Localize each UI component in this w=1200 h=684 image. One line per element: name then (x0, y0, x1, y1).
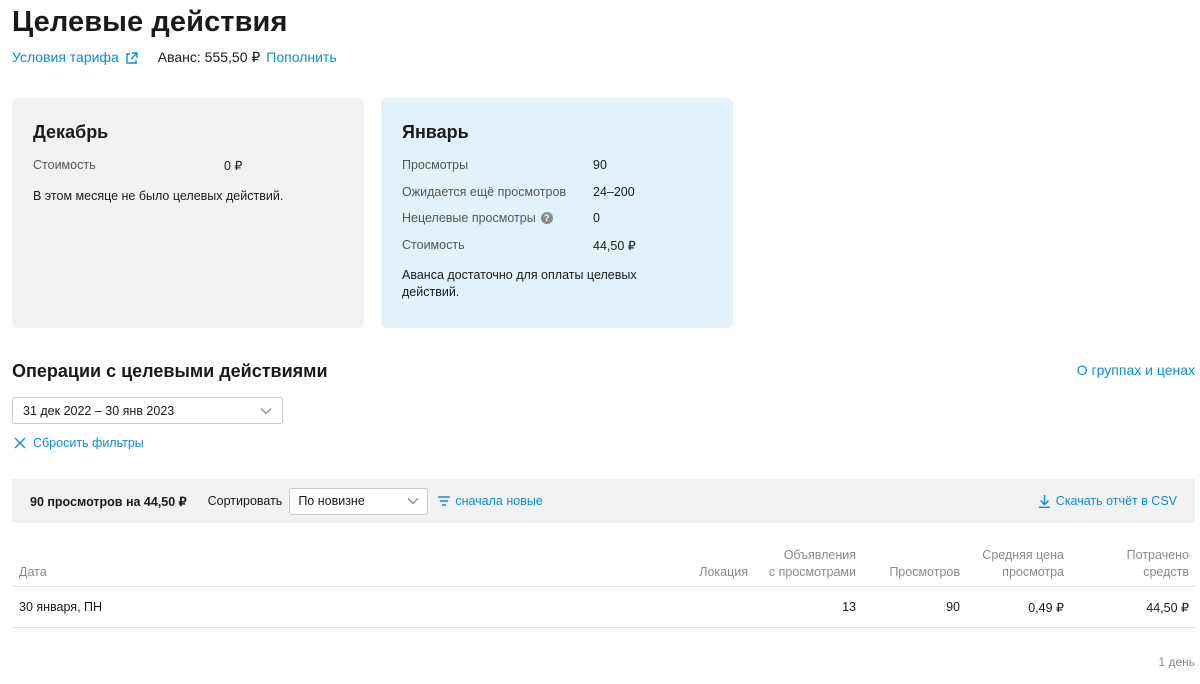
row-label: Ожидается ещё просмотров (402, 184, 567, 199)
col-location: Локация (699, 565, 748, 579)
close-icon (14, 437, 26, 449)
groups-prices-link[interactable]: О группах и ценах (1077, 362, 1195, 378)
date-range-select[interactable]: 31 дек 2022 – 30 янв 2023 (12, 397, 283, 424)
col-views: Просмотров (889, 565, 960, 579)
tariff-link[interactable]: Условия тарифа (12, 49, 119, 65)
row-value: 24–200 (593, 184, 635, 199)
row-label-with-help: Нецелевые просмотры ? (402, 211, 593, 225)
table-row[interactable]: 30 января, ПН 13 90 0,49 ₽ 44,50 ₽ (12, 587, 1195, 628)
card-row: Стоимость 0 ₽ (33, 158, 343, 185)
card-row: Просмотры 90 (402, 158, 712, 185)
cell-views: 90 (946, 600, 960, 614)
row-value: 0 ₽ (224, 159, 243, 173)
row-value: 90 (593, 158, 607, 172)
card-december-note: В этом месяце не было целевых действий. (33, 188, 284, 203)
sort-order-label: сначала новые (455, 494, 543, 508)
download-csv-button[interactable]: Скачать отчёт в CSV (1038, 479, 1177, 523)
cell-spent: 44,50 ₽ (1146, 601, 1189, 615)
table-header: Дата Локация Объявления с просмотрами Пр… (12, 545, 1195, 587)
sort-order-toggle[interactable]: сначала новые (438, 494, 543, 508)
sort-value: По новизне (298, 494, 365, 508)
col-avg-line2: просмотра (1002, 565, 1064, 579)
col-spent: Потрачено средств (1127, 547, 1189, 581)
col-ads: Объявления с просмотрами (769, 547, 856, 581)
row-label: Стоимость (402, 237, 465, 252)
card-january-title: Январь (402, 122, 469, 142)
card-row: Стоимость 44,50 ₽ (402, 238, 712, 265)
cell-date: 30 января, ПН (19, 600, 103, 614)
advance-balance: Аванс: 555,50 ₽ (157, 48, 261, 65)
download-csv-label: Скачать отчёт в CSV (1055, 494, 1177, 508)
col-ads-line1: Объявления (783, 548, 856, 562)
col-spent-line1: Потрачено (1126, 548, 1189, 562)
reset-filters-button[interactable]: Сбросить фильтры (14, 436, 144, 450)
card-december-title: Декабрь (33, 122, 109, 142)
operations-summary: 90 просмотров на 44,50 ₽ (30, 494, 187, 509)
operations-table: Дата Локация Объявления с просмотрами Пр… (12, 545, 1195, 628)
col-ads-line2: с просмотрами (768, 565, 856, 579)
card-december: Декабрь Стоимость 0 ₽ В этом месяце не б… (12, 98, 364, 328)
card-row: Нецелевые просмотры ? 0 (402, 211, 712, 238)
external-link-icon[interactable] (125, 51, 138, 65)
help-icon[interactable]: ? (540, 212, 553, 224)
sort-select[interactable]: По новизне (289, 487, 429, 515)
cell-ads: 13 (842, 600, 856, 614)
card-january: Январь Просмотры 90 Ожидается ещё просмо… (381, 98, 733, 328)
download-icon (1038, 494, 1050, 508)
chevron-down-icon (260, 407, 272, 414)
col-avg-line1: Средняя цена (982, 548, 1064, 562)
card-row: Ожидается ещё просмотров 24–200 (402, 185, 712, 212)
col-spent-line2: средств (1143, 565, 1189, 579)
cell-avg-price: 0,49 ₽ (1028, 601, 1064, 615)
reset-filters-label: Сбросить фильтры (33, 436, 144, 450)
page-title: Целевые действия (12, 6, 288, 38)
sort-order-icon (438, 496, 451, 506)
row-value: 0 (593, 211, 600, 225)
topup-link[interactable]: Пополнить (266, 49, 336, 65)
days-count: 1 день (1158, 655, 1195, 669)
date-range-value: 31 дек 2022 – 30 янв 2023 (23, 403, 175, 418)
row-label: Стоимость (33, 158, 96, 172)
row-label-text: Нецелевые просмотры (402, 211, 536, 225)
tariff-line: Условия тарифа Аванс: 555,50 ₽ Пополнить (12, 48, 337, 66)
row-value: 44,50 ₽ (593, 238, 636, 253)
operations-title: Операции с целевыми действиями (12, 361, 328, 381)
col-date: Дата (19, 565, 47, 579)
row-label: Просмотры (402, 158, 469, 172)
chevron-down-icon (407, 498, 419, 505)
col-avg-price: Средняя цена просмотра (982, 547, 1064, 581)
card-january-note: Аванса достаточно для оплаты целевых дей… (402, 268, 637, 299)
sort-label: Сортировать (207, 494, 283, 508)
operations-toolbar: 90 просмотров на 44,50 ₽ Сортировать По … (12, 479, 1195, 523)
